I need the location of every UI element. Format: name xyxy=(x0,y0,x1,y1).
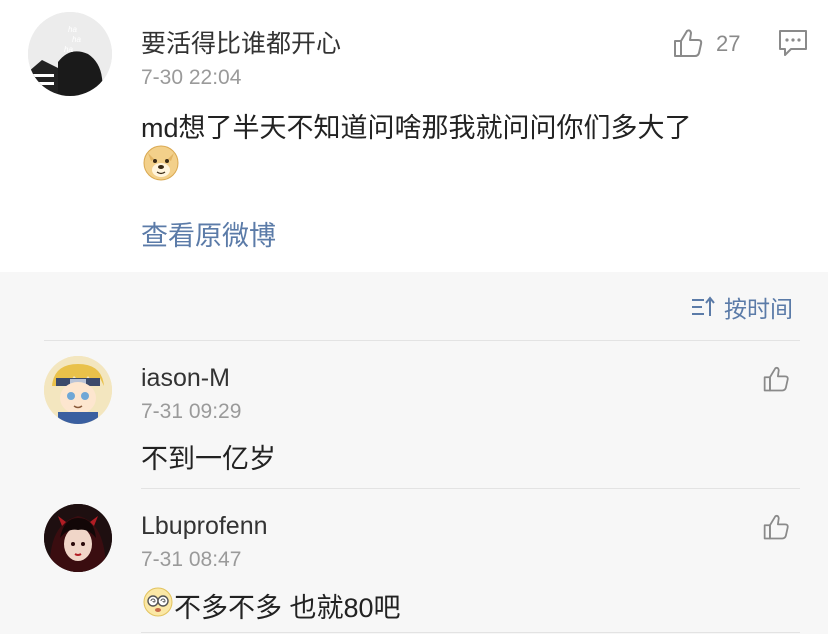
reply-like-button[interactable] xyxy=(762,364,792,394)
avatar-image xyxy=(44,356,112,424)
reply-text: 不到一亿岁 xyxy=(141,444,276,474)
divider xyxy=(141,488,800,489)
avatar-image xyxy=(44,504,112,572)
divider xyxy=(44,340,800,341)
reply-username[interactable]: iason-M xyxy=(141,364,230,393)
reply-avatar[interactable] xyxy=(44,504,112,572)
main-post-avatar[interactable]: ha ha ha xyxy=(28,12,112,96)
sort-by-time-button[interactable]: 按时间 xyxy=(690,292,793,322)
reply-time: 7-31 08:47 xyxy=(141,548,242,571)
main-post-time: 7-30 22:04 xyxy=(141,66,242,89)
avatar-image: ha ha ha xyxy=(28,12,112,96)
avatar-text-3: ha xyxy=(64,45,73,54)
avatar-text-1: ha xyxy=(68,25,77,34)
thumbs-up-icon xyxy=(674,29,703,57)
reply-like-button[interactable] xyxy=(762,512,792,542)
avatar-text-2: ha xyxy=(72,35,81,44)
thumbs-up-icon xyxy=(763,366,789,392)
sort-label: 按时间 xyxy=(724,296,793,322)
reply-time: 7-31 09:29 xyxy=(141,400,242,423)
like-count: 27 xyxy=(716,31,741,56)
sort-icon xyxy=(692,296,715,316)
view-original-weibo-link[interactable]: 查看原微博 xyxy=(141,214,276,253)
main-post-username[interactable]: 要活得比谁都开心 xyxy=(141,24,341,60)
dizzy-glasses-emoji-icon xyxy=(143,587,173,617)
thumbs-up-icon xyxy=(763,514,789,540)
reply-avatar[interactable] xyxy=(44,356,112,424)
reply-text: 不多不多 也就80吧 xyxy=(174,593,401,623)
doge-emoji-icon xyxy=(143,145,179,181)
comment-icon xyxy=(779,30,807,56)
divider xyxy=(141,632,800,633)
reply-username[interactable]: Lbuprofenn xyxy=(141,512,268,541)
main-post-text: md想了半天不知道问啥那我就问问你们多大了 xyxy=(141,113,692,143)
comment-button[interactable] xyxy=(778,28,808,58)
main-post-card: ha ha ha 要活得比谁都开心 7-30 22:04 27 md想了半天不知… xyxy=(0,0,828,272)
like-button[interactable] xyxy=(672,26,706,60)
